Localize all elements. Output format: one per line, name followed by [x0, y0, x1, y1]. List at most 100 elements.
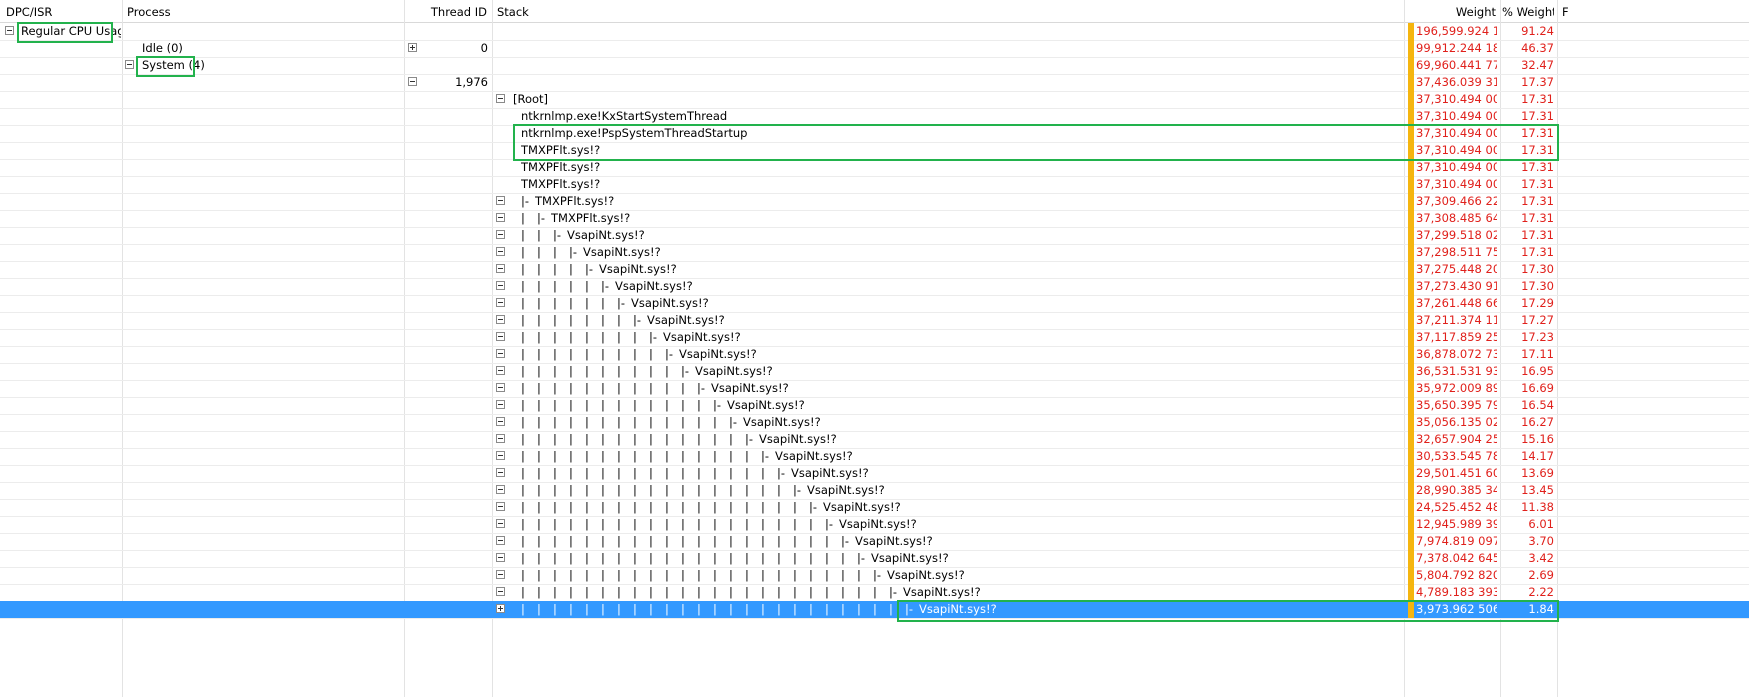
- table-row[interactable]: |||||||||- VsapiNt.sys!? 37,117.859 257 17.…: [0, 329, 1749, 347]
- weight-bar: [1408, 346, 1414, 363]
- pct-weight-cell: 17.31: [1521, 126, 1554, 140]
- stack-frame-cell: VsapiNt.sys!?: [759, 432, 837, 446]
- table-row[interactable]: |||-VsapiNt.sys!?37,299.518 02717.31: [0, 227, 1749, 245]
- weight-cell: 37,310.494 004: [1416, 92, 1497, 106]
- pct-weight-cell: 32.47: [1521, 58, 1554, 72]
- weight-bar: [1408, 74, 1414, 91]
- table-row[interactable]: 1,976 37,436.039 313 17.37: [0, 74, 1749, 92]
- table-row[interactable]: Regular CPU Usage 196,599.924 189 91.24: [0, 23, 1749, 41]
- table-row[interactable]: ||||||||||||- VsapiNt.sys!? 35,972.009 899…: [0, 380, 1749, 398]
- table-row[interactable]: System (4) 69,960.441 773 32.47: [0, 57, 1749, 75]
- table-row[interactable]: | | | | | | | | | | | | | | | | | | | | | | | |- VsapiNt.sys!? 4,…: [0, 584, 1749, 602]
- table-row[interactable]: | | | | | | | | | | | | | | |- VsapiNt.sys!? 32,657.904 …: [0, 431, 1749, 449]
- table-row[interactable]: | | | | | | | | | | | | |- VsapiNt.sys!? 35,650.395 79…: [0, 397, 1749, 415]
- column-header-process[interactable]: Process: [127, 0, 397, 22]
- table-row[interactable]: ||-TMXPFlt.sys!?37,308.485 64817.31: [0, 210, 1749, 228]
- table-row[interactable]: | | | | | | | | | | | | | |- VsapiNt.sys!? 35,056.135 0…: [0, 414, 1749, 432]
- table-row[interactable]: |-TMXPFlt.sys!?37,309.466 22017.31: [0, 193, 1749, 211]
- table-row[interactable]: | | | | | | | | | | | | | | | | | | | | | |- VsapiNt.sys!? 7,37…: [0, 550, 1749, 568]
- expand-collapse-toggle[interactable]: [496, 502, 505, 511]
- expand-collapse-toggle[interactable]: [496, 451, 505, 460]
- expand-collapse-toggle[interactable]: [408, 43, 417, 52]
- table-row[interactable]: ||||||||||- VsapiNt.sys!? 36,878.072 736 17…: [0, 346, 1749, 364]
- expand-collapse-toggle[interactable]: [496, 468, 505, 477]
- column-header-stack[interactable]: Stack: [497, 0, 697, 22]
- weight-cell: 37,310.494 004: [1416, 177, 1497, 191]
- table-row[interactable]: ntkrnlmp.exe!KxStartSystemThread 37,310.4…: [0, 108, 1749, 126]
- expand-collapse-toggle[interactable]: [496, 587, 505, 596]
- pct-weight-cell: 17.30: [1521, 262, 1554, 276]
- table-row[interactable]: | | | | | | | | | | | | | | | | |- VsapiNt.sys!? 29,501.45…: [0, 465, 1749, 483]
- expand-collapse-toggle[interactable]: [496, 298, 505, 307]
- table-row[interactable]: | | | | | | | | | | | | | | | | | |- VsapiNt.sys!? 28,990.3…: [0, 482, 1749, 500]
- table-row[interactable]: | | | | | | | | | | | | | | | | | | | | | | | | |- VsapiNt.sys!? 3…: [0, 601, 1749, 619]
- expand-collapse-toggle[interactable]: [496, 349, 505, 358]
- stack-tree-grid[interactable]: DPC/ISR Process Thread ID Stack Weight %…: [0, 0, 1749, 697]
- weight-cell: 99,912.244 186: [1416, 41, 1497, 55]
- stack-frame-cell: TMXPFlt.sys!?: [521, 143, 601, 157]
- column-header-weight[interactable]: Weight: [1416, 0, 1496, 22]
- expand-collapse-toggle[interactable]: [125, 60, 134, 69]
- expand-collapse-toggle[interactable]: [496, 264, 505, 273]
- pct-weight-cell: 46.37: [1521, 41, 1554, 55]
- weight-bar: [1408, 227, 1414, 244]
- column-header-extra[interactable]: F: [1562, 0, 1572, 22]
- expand-collapse-toggle[interactable]: [496, 366, 505, 375]
- column-header-thread-id[interactable]: Thread ID: [405, 0, 487, 22]
- table-row[interactable]: TMXPFlt.sys!? 37,310.494 004 17.31: [0, 159, 1749, 177]
- expand-collapse-toggle[interactable]: [496, 196, 505, 205]
- table-row[interactable]: | | | | | | | | | | | | | | | |- VsapiNt.sys!? 30,533.545…: [0, 448, 1749, 466]
- stack-frame-cell: VsapiNt.sys!?: [599, 262, 677, 276]
- expand-collapse-toggle[interactable]: [496, 400, 505, 409]
- table-row[interactable]: TMXPFlt.sys!? 37,310.494 004 17.31: [0, 142, 1749, 160]
- expand-collapse-toggle[interactable]: [496, 247, 505, 256]
- table-row[interactable]: | | | | | | | | | | | | | | | | | | |- VsapiNt.sys!? 24,525.…: [0, 499, 1749, 517]
- expand-collapse-toggle[interactable]: [496, 519, 505, 528]
- pct-weight-cell: 17.27: [1521, 313, 1554, 327]
- expand-collapse-toggle[interactable]: [496, 604, 505, 613]
- table-row[interactable]: | | | | | | | | | | | | | | | | | | | | | | |- VsapiNt.sys!? 5,8…: [0, 567, 1749, 585]
- expand-collapse-toggle[interactable]: [496, 553, 505, 562]
- table-row[interactable]: Idle (0) 0 99,912.244 186 46.37: [0, 40, 1749, 58]
- column-header-pct-weight[interactable]: % Weight: [1502, 0, 1554, 22]
- stack-frame-cell: VsapiNt.sys!?: [743, 415, 821, 429]
- expand-collapse-toggle[interactable]: [496, 570, 505, 579]
- weight-cell: 12,945.989 397: [1416, 517, 1497, 531]
- pct-weight-cell: 13.69: [1521, 466, 1554, 480]
- expand-collapse-toggle[interactable]: [496, 213, 505, 222]
- expand-collapse-toggle[interactable]: [496, 281, 505, 290]
- weight-bar: [1408, 465, 1414, 482]
- tree-guide-lines: | | | | | | | | | | | | | | | | | | | | | | | | |-: [521, 602, 914, 616]
- weight-bar: [1408, 295, 1414, 312]
- dpc-isr-cell: Regular CPU Usage: [21, 24, 121, 38]
- expand-collapse-toggle[interactable]: [5, 26, 14, 35]
- stack-frame-cell: VsapiNt.sys!?: [647, 313, 725, 327]
- expand-collapse-toggle[interactable]: [496, 94, 505, 103]
- table-row[interactable]: |||||- VsapiNt.sys!? 37,275.448 206 17.30: [0, 261, 1749, 279]
- table-row[interactable]: |||||||||||- VsapiNt.sys!? 36,531.531 931 1…: [0, 363, 1749, 381]
- expand-collapse-toggle[interactable]: [496, 434, 505, 443]
- expand-collapse-toggle[interactable]: [496, 230, 505, 239]
- weight-bar: [1408, 40, 1414, 57]
- table-row[interactable]: | | | | | | | | | | | | | | | | | | | |- VsapiNt.sys!? 12,945…: [0, 516, 1749, 534]
- table-row[interactable]: ||||||||- VsapiNt.sys!? 37,211.374 116 17.2…: [0, 312, 1749, 330]
- table-row[interactable]: | | | | | | | | | | | | | | | | | | | | |- VsapiNt.sys!? 7,974…: [0, 533, 1749, 551]
- table-row[interactable]: ||||-VsapiNt.sys!?37,298.511 75417.31: [0, 244, 1749, 262]
- expand-collapse-toggle[interactable]: [496, 417, 505, 426]
- expand-collapse-toggle[interactable]: [496, 315, 505, 324]
- table-row[interactable]: ||||||- VsapiNt.sys!? 37,273.430 911 17.30: [0, 278, 1749, 296]
- weight-bar: [1408, 550, 1414, 567]
- column-header-dpc-isr[interactable]: DPC/ISR: [6, 0, 116, 22]
- expand-collapse-toggle[interactable]: [496, 383, 505, 392]
- expand-collapse-toggle[interactable]: [496, 536, 505, 545]
- weight-bar: [1408, 448, 1414, 465]
- expand-collapse-toggle[interactable]: [408, 77, 417, 86]
- table-row[interactable]: [Root] 37,310.494 004 17.31: [0, 91, 1749, 109]
- table-row[interactable]: TMXPFlt.sys!? 37,310.494 004 17.31: [0, 176, 1749, 194]
- expand-collapse-toggle[interactable]: [496, 332, 505, 341]
- expand-collapse-toggle[interactable]: [496, 485, 505, 494]
- weight-cell: 30,533.545 784: [1416, 449, 1497, 463]
- weight-cell: 37,436.039 313: [1416, 75, 1497, 89]
- table-row[interactable]: ntkrnlmp.exe!PspSystemThreadStartup 37,31…: [0, 125, 1749, 143]
- table-row[interactable]: |||||||- VsapiNt.sys!? 37,261.448 661 17.29: [0, 295, 1749, 313]
